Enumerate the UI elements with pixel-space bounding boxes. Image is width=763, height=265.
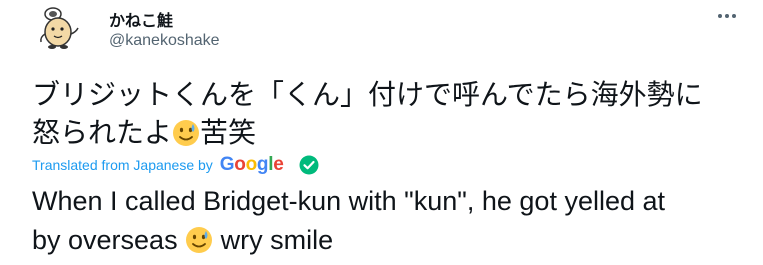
tweet-text: ブリジットくんを「くん」付けで呼んでたら海外勢に 怒られたよ 苦笑	[32, 76, 752, 157]
translated-from-label[interactable]: Translated from Japanese by	[32, 157, 213, 173]
translated-text-line-2: by overseas wry smile	[32, 221, 757, 265]
sweat-smile-emoji-icon	[185, 226, 213, 265]
avatar[interactable]	[36, 4, 84, 52]
google-letter-1: G	[219, 154, 235, 175]
translated-text-line-2-start: by overseas	[32, 225, 178, 255]
translated-text-line-2-end: wry smile	[220, 225, 334, 255]
tweet-text-line-2: 怒られたよ 苦笑	[32, 114, 752, 157]
checkmark-circle-icon	[299, 155, 319, 175]
tweet-card[interactable]: かねこ鮭 @kanekoshake ブリジットくんを「くん」付けで呼んでたら海外…	[0, 0, 763, 255]
google-letter-6: e	[273, 154, 284, 175]
more-options-button[interactable]	[710, 4, 744, 28]
tweet-text-line-1: ブリジットくんを「くん」付けで呼んでたら海外勢に	[32, 78, 703, 111]
author-handle[interactable]: @kanekoshake	[109, 32, 220, 50]
tweet-text-line-2-start: 怒られたよ	[32, 116, 173, 149]
sweat-smile-emoji-icon	[172, 119, 200, 157]
translated-text: When I called Bridget-kun with "kun", he…	[32, 182, 757, 265]
translated-text-line-1: When I called Bridget-kun with "kun", he…	[32, 186, 666, 216]
google-letter-4: g	[256, 154, 269, 175]
google-letter-2: o	[234, 154, 246, 175]
more-dots-icon	[718, 14, 736, 18]
google-logo: Google	[220, 154, 284, 176]
author-display-name[interactable]: かねこ鮭	[109, 7, 173, 31]
cartoon-character-avatar-icon	[40, 7, 79, 49]
tweet-text-line-2-end: 苦笑	[200, 116, 257, 149]
translation-attribution: Translated from Japanese by Google	[32, 153, 319, 177]
google-letter-3: o	[245, 154, 258, 175]
